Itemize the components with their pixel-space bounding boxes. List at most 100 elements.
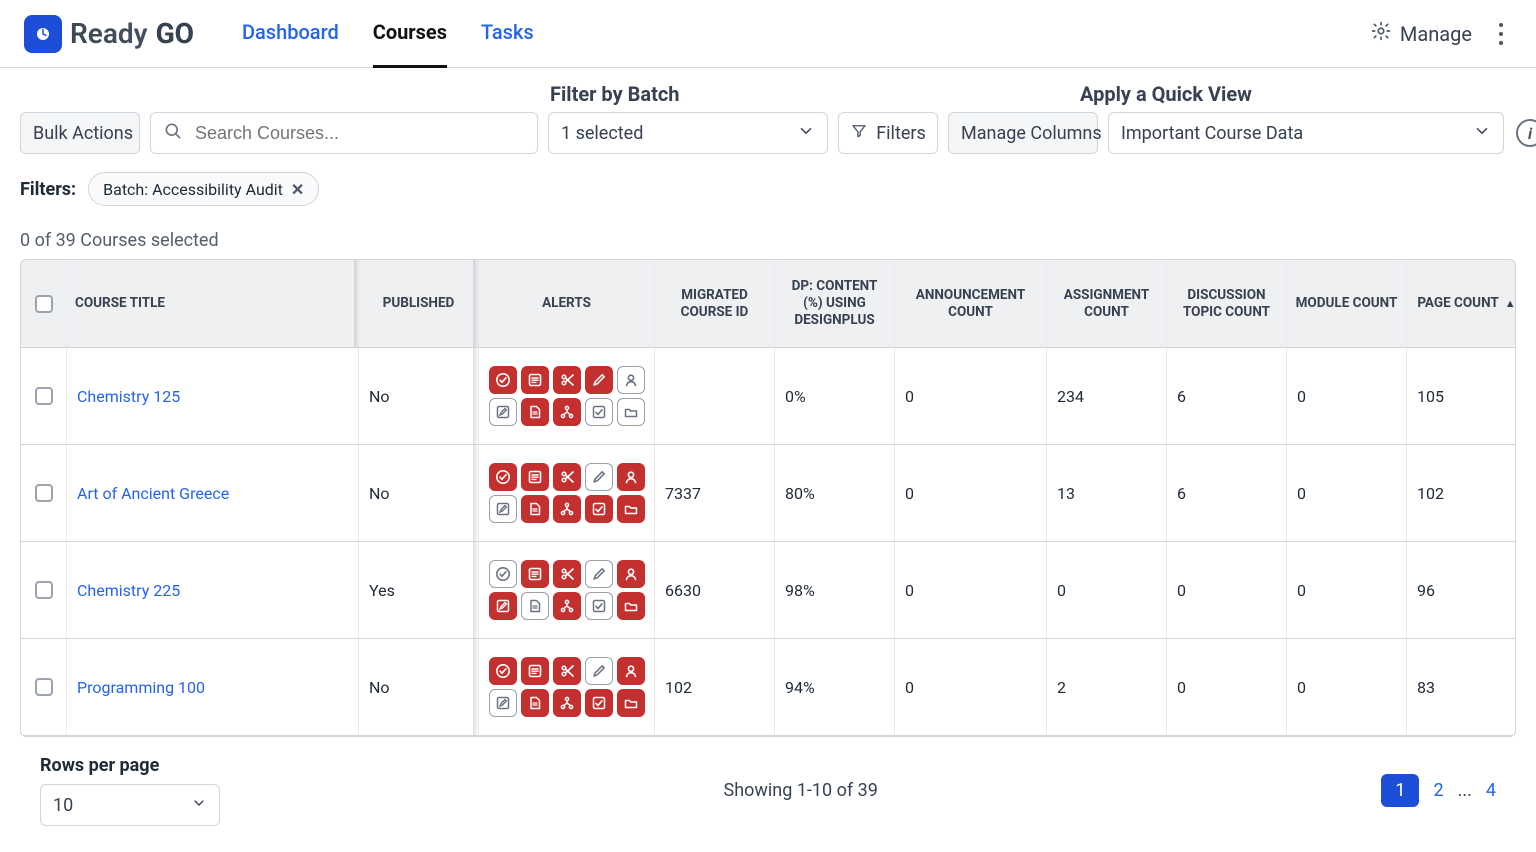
alert-icon[interactable]: [617, 560, 645, 588]
alert-icon[interactable]: [489, 592, 517, 620]
alert-icon[interactable]: [617, 366, 645, 394]
manage-button[interactable]: Manage: [1370, 20, 1472, 47]
alert-icon[interactable]: [489, 463, 517, 491]
alert-icon[interactable]: [489, 689, 517, 717]
page-4[interactable]: 4: [1486, 780, 1496, 801]
pagination-ellipsis: ...: [1458, 780, 1472, 801]
alert-icon[interactable]: [585, 398, 613, 426]
column-header[interactable]: MIGRATED COURSE ID: [655, 260, 775, 348]
alert-icon[interactable]: [585, 657, 613, 685]
column-header[interactable]: ASSIGNMENT COUNT: [1047, 260, 1167, 348]
nav-tab-tasks[interactable]: Tasks: [481, 0, 534, 68]
alert-icon[interactable]: [489, 495, 517, 523]
alert-icon[interactable]: [585, 495, 613, 523]
batch-select[interactable]: 1 selected: [548, 112, 828, 154]
manage-label: Manage: [1400, 22, 1472, 46]
alert-icon[interactable]: [617, 657, 645, 685]
course-title-link[interactable]: Chemistry 225: [77, 581, 180, 600]
alert-icon[interactable]: [489, 366, 517, 394]
alert-icon[interactable]: [553, 463, 581, 491]
alert-icon[interactable]: [521, 463, 549, 491]
alert-icon[interactable]: [521, 657, 549, 685]
alert-icon[interactable]: [521, 592, 549, 620]
data-cell: [655, 348, 775, 445]
quick-view-select[interactable]: Important Course Data: [1108, 112, 1504, 154]
column-header[interactable]: ALERTS: [479, 260, 655, 348]
alert-icon[interactable]: [585, 366, 613, 394]
alert-icon[interactable]: [489, 560, 517, 588]
data-cell: 0: [895, 542, 1047, 639]
course-title-link[interactable]: Programming 100: [77, 678, 205, 697]
data-cell: 105: [1407, 348, 1516, 445]
alert-icon[interactable]: [521, 689, 549, 717]
column-header[interactable]: ANNOUNCEMENT COUNT: [895, 260, 1047, 348]
column-header[interactable]: COURSE TITLE: [67, 260, 359, 348]
alert-icon[interactable]: [617, 689, 645, 717]
data-cell: 102: [1407, 445, 1516, 542]
data-cell: 234: [1047, 348, 1167, 445]
data-cell: 0: [1167, 639, 1287, 736]
alert-icon[interactable]: [617, 463, 645, 491]
brand-name-a: Ready: [70, 17, 148, 50]
more-menu-button[interactable]: [1490, 18, 1512, 50]
gear-icon: [1370, 20, 1392, 47]
alert-icon[interactable]: [489, 398, 517, 426]
page-2[interactable]: 2: [1433, 780, 1443, 801]
active-filter-chip[interactable]: Batch: Accessibility Audit ✕: [88, 172, 319, 206]
alert-icon[interactable]: [553, 366, 581, 394]
alert-icon[interactable]: [585, 689, 613, 717]
alert-icon[interactable]: [585, 463, 613, 491]
alert-icon[interactable]: [489, 657, 517, 685]
column-header[interactable]: PAGE COUNT▲: [1407, 260, 1516, 348]
alert-icon[interactable]: [617, 592, 645, 620]
alert-icon[interactable]: [521, 560, 549, 588]
course-title-link[interactable]: Chemistry 125: [77, 387, 180, 406]
search-courses-input[interactable]: [193, 122, 525, 145]
alert-icon[interactable]: [521, 495, 549, 523]
column-header[interactable]: PUBLISHED: [359, 260, 479, 348]
alert-icon[interactable]: [553, 592, 581, 620]
published-cell: Yes: [359, 542, 479, 639]
alert-icon[interactable]: [521, 398, 549, 426]
alert-icon[interactable]: [521, 366, 549, 394]
info-icon[interactable]: i: [1516, 119, 1536, 147]
row-checkbox-cell: [21, 639, 67, 736]
alert-icon[interactable]: [617, 495, 645, 523]
select-all-header[interactable]: [21, 260, 67, 348]
data-cell: 0: [1287, 348, 1407, 445]
brand-logo: ReadyGO: [24, 15, 194, 53]
alerts-cell: [479, 542, 655, 639]
page-1[interactable]: 1: [1381, 774, 1419, 807]
select-all-checkbox[interactable]: [35, 295, 53, 313]
alert-icon[interactable]: [553, 689, 581, 717]
alert-icon[interactable]: [553, 657, 581, 685]
alert-icon[interactable]: [553, 560, 581, 588]
alert-icon[interactable]: [585, 560, 613, 588]
rows-per-page-select[interactable]: 10: [40, 784, 220, 826]
column-header[interactable]: MODULE COUNT: [1287, 260, 1407, 348]
search-courses-input-wrap[interactable]: [150, 112, 538, 154]
search-icon: [163, 121, 183, 145]
courses-table: COURSE TITLEPUBLISHEDALERTSMIGRATED COUR…: [20, 259, 1516, 737]
alert-icon[interactable]: [617, 398, 645, 426]
data-cell: 7337: [655, 445, 775, 542]
data-cell: 0: [895, 445, 1047, 542]
column-header[interactable]: DP: CONTENT (%) USING DESIGNPLUS: [775, 260, 895, 348]
row-checkbox[interactable]: [35, 387, 53, 405]
alerts-cell: [479, 348, 655, 445]
alert-icon[interactable]: [553, 495, 581, 523]
nav-tab-dashboard[interactable]: Dashboard: [242, 0, 339, 68]
manage-columns-button[interactable]: Manage Columns: [948, 112, 1098, 154]
alert-icon[interactable]: [585, 592, 613, 620]
bulk-actions-button[interactable]: Bulk Actions: [20, 112, 140, 154]
nav-tab-courses[interactable]: Courses: [373, 0, 447, 68]
course-title-cell: Programming 100: [67, 639, 359, 736]
row-checkbox[interactable]: [35, 581, 53, 599]
row-checkbox[interactable]: [35, 484, 53, 502]
remove-filter-icon[interactable]: ✕: [291, 180, 304, 199]
row-checkbox[interactable]: [35, 678, 53, 696]
course-title-link[interactable]: Art of Ancient Greece: [77, 484, 229, 503]
filters-button[interactable]: Filters: [838, 112, 938, 154]
alert-icon[interactable]: [553, 398, 581, 426]
column-header[interactable]: DISCUSSION TOPIC COUNT: [1167, 260, 1287, 348]
